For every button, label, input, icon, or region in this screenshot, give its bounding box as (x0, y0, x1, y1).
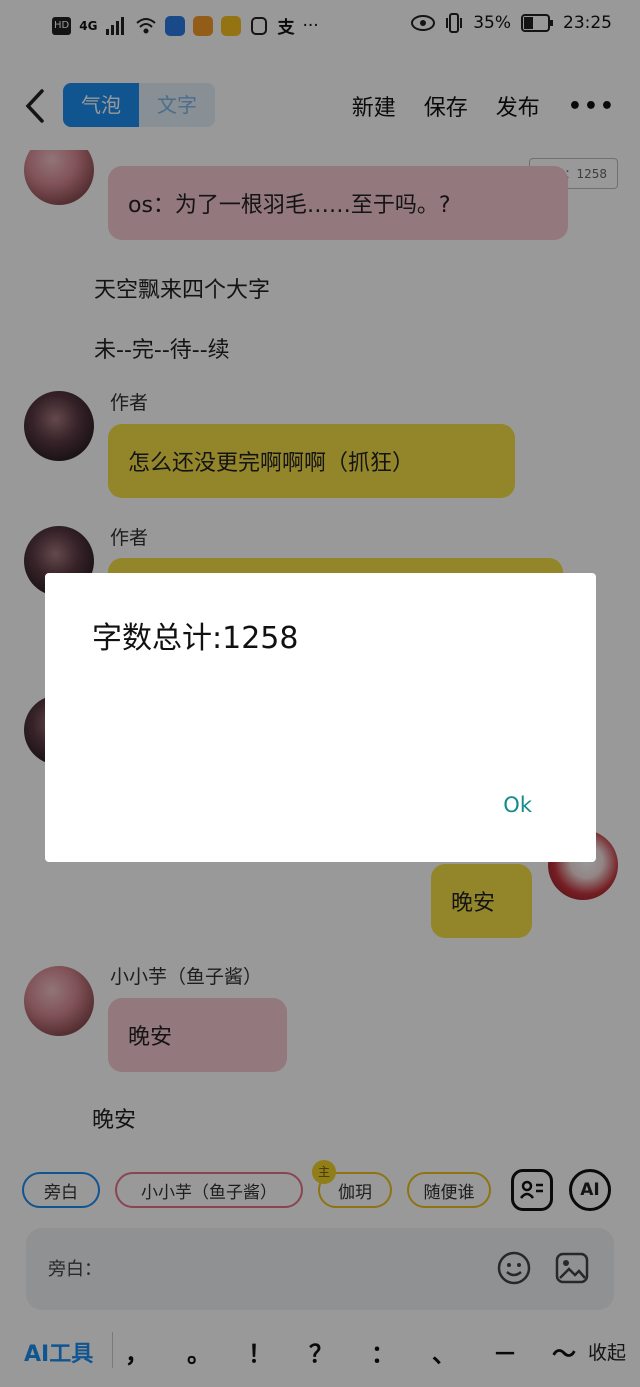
ok-button[interactable]: Ok (503, 793, 532, 817)
dialog-message: 字数总计:1258 (92, 621, 299, 656)
word-count-dialog: 字数总计:1258 Ok (45, 573, 596, 862)
